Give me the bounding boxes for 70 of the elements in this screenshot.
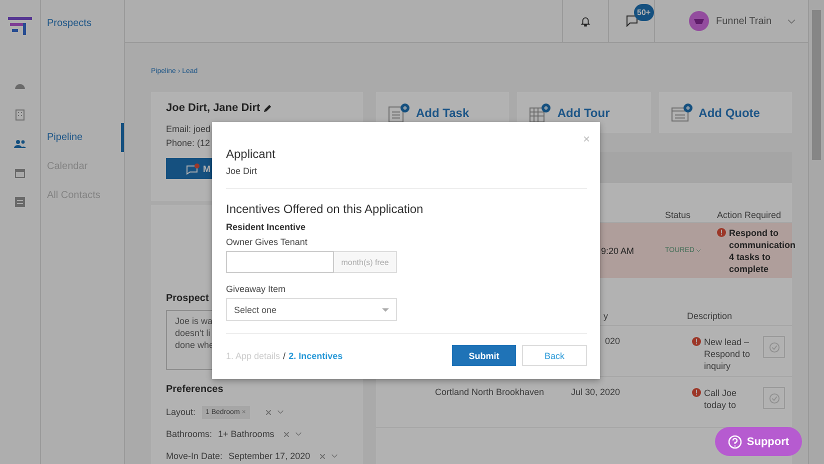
- chevron-down-icon: [696, 249, 702, 252]
- alert-icon: [692, 388, 701, 397]
- dialog-heading: Applicant: [226, 147, 276, 161]
- message-count-badge: 50+: [634, 4, 654, 21]
- submit-button[interactable]: Submit: [452, 345, 516, 366]
- phone-text: Phone: (12: [166, 138, 212, 148]
- support-button[interactable]: Support: [715, 427, 802, 456]
- pencil-icon[interactable]: [263, 104, 272, 112]
- input-addon: month(s) free: [334, 251, 397, 273]
- alert-icon: [717, 228, 726, 236]
- building-icon[interactable]: [14, 109, 26, 121]
- complete-button[interactable]: [763, 387, 785, 409]
- pref-label: Layout:: [166, 407, 196, 417]
- message-icon: [186, 162, 200, 174]
- check-circle-icon: [768, 342, 780, 352]
- pref-value[interactable]: September 17, 2020: [228, 451, 310, 461]
- step-separator: /: [283, 350, 286, 360]
- applicant-name: Joe Dirt: [226, 166, 258, 176]
- field-label: Owner Gives Tenant: [226, 237, 308, 247]
- action-required-text: Respond to communication 4 tasks to complete: [729, 226, 796, 274]
- description-cell-text: New lead – Respond to inquiry: [704, 336, 752, 373]
- section-title: Preferences: [166, 384, 224, 395]
- section-title: Prospect: [166, 293, 210, 304]
- action-button[interactable]: Add Quote: [658, 92, 792, 133]
- alert-icon: [692, 337, 701, 346]
- description-cell-text: Call Joe today to: [704, 387, 738, 412]
- pref-label: Bathrooms:: [166, 429, 212, 439]
- clear-icon[interactable]: [320, 454, 326, 458]
- property-cell-text: Cortland North Brookhaven: [434, 387, 546, 399]
- dropdown-caret-icon: [382, 308, 389, 312]
- giveaway-select[interactable]: Select one: [226, 298, 397, 321]
- clear-icon[interactable]: [284, 432, 290, 436]
- dialog-heading: Incentives Offered on this Application: [226, 202, 424, 216]
- field-label: Giveaway Item: [226, 284, 287, 294]
- complete-button[interactable]: [763, 336, 785, 358]
- help-icon: [728, 434, 742, 448]
- pref-label: Move-In Date:: [166, 451, 223, 461]
- close-button[interactable]: ×: [582, 132, 590, 146]
- column-header: Description: [687, 311, 732, 321]
- chevron-down-icon[interactable]: [331, 454, 338, 458]
- lead-name: Joe Dirt, Jane Dirt: [166, 102, 260, 114]
- scrollbar[interactable]: [808, 0, 824, 464]
- user-name[interactable]: Funnel Train: [716, 16, 772, 26]
- calendar-icon[interactable]: [14, 167, 26, 179]
- column-header: y: [602, 311, 608, 321]
- chevron-down-icon[interactable]: [786, 18, 796, 24]
- column-header: Action Required: [717, 210, 782, 220]
- chevron-down-icon[interactable]: [295, 432, 302, 436]
- app-title: Prospects: [46, 17, 92, 31]
- avatar-icon: [689, 11, 709, 31]
- date-cell-text: Jul 30, 2020: [570, 387, 620, 399]
- column-header: Status: [665, 210, 692, 220]
- months-input-field[interactable]: [226, 251, 334, 273]
- pref-value[interactable]: 1+ Bathrooms: [218, 429, 274, 439]
- document-plus-icon: [670, 102, 693, 122]
- check-circle-icon: [768, 392, 780, 404]
- list-icon[interactable]: [14, 196, 26, 208]
- date-cell-text: 020: [604, 336, 620, 348]
- field-group-title: Resident Incentive: [226, 222, 307, 232]
- chat-icon[interactable]: [626, 15, 638, 27]
- bell-icon[interactable]: [580, 16, 591, 26]
- people-icon[interactable]: [14, 138, 26, 150]
- clear-icon[interactable]: [266, 410, 271, 414]
- logo-icon: [8, 17, 32, 35]
- chevron-down-icon[interactable]: [276, 410, 284, 414]
- back-button[interactable]: Back: [522, 345, 587, 366]
- tour-time: 9:20 AM: [600, 246, 636, 256]
- nav-item[interactable]: Pipeline: [41, 123, 124, 152]
- step-link[interactable]: 2. Incentives: [288, 350, 343, 360]
- email-text: Email: joed: [166, 124, 212, 134]
